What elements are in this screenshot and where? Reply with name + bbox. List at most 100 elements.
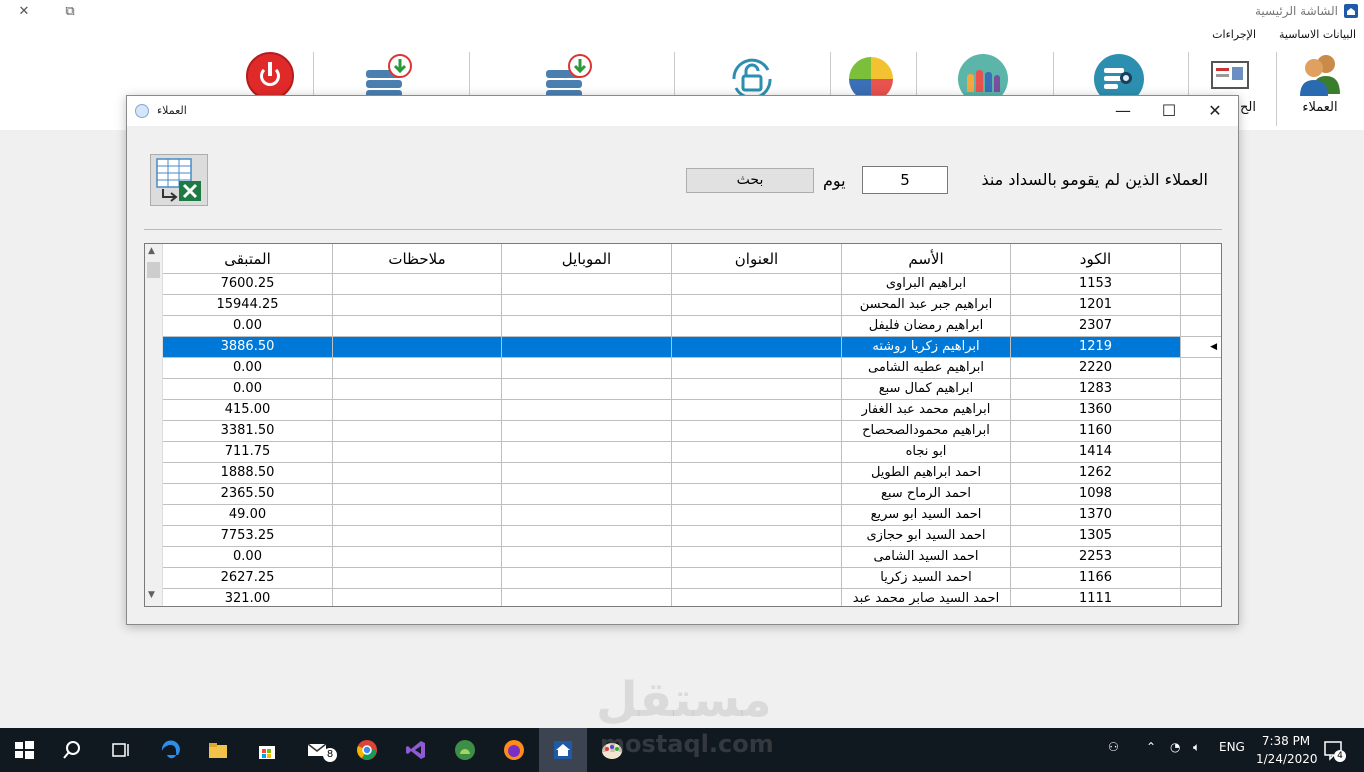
table-row[interactable]: 0.00 احمد السيد الشامى 2253 (163, 547, 1221, 568)
column-header-address[interactable]: العنوان (671, 244, 841, 274)
cell-name[interactable]: احمد السيد ابو حجازى (841, 526, 1010, 547)
scroll-down-icon[interactable]: ▼ (148, 590, 155, 600)
cell-mobile[interactable] (501, 463, 671, 484)
cell-code[interactable]: 1153 (1010, 274, 1180, 295)
row-header[interactable] (1180, 484, 1221, 505)
cell-address[interactable] (671, 316, 841, 337)
scroll-thumb[interactable] (147, 262, 160, 278)
table-row[interactable]: 3381.50 ابراهيم محمودالصحصاح 1160 (163, 421, 1221, 442)
cell-name[interactable]: احمد السيد ابو سريع (841, 505, 1010, 526)
export-excel-button[interactable] (150, 154, 208, 206)
row-header[interactable] (1180, 358, 1221, 379)
row-header[interactable] (1180, 463, 1221, 484)
row-header[interactable] (1180, 274, 1221, 295)
cell-notes[interactable] (332, 295, 501, 316)
cell-code[interactable]: 1283 (1010, 379, 1180, 400)
table-row[interactable]: 321.00 احمد السيد صابر محمد عبد 1111 (163, 589, 1221, 606)
dialog-close-icon[interactable]: ✕ (1192, 96, 1238, 126)
cell-address[interactable] (671, 589, 841, 606)
start-button[interactable] (0, 728, 48, 772)
table-row[interactable]: 0.00 ابراهيم عطيه الشامى 2220 (163, 358, 1221, 379)
cell-remaining[interactable]: 15944.25 (163, 295, 332, 316)
cell-remaining[interactable]: 1888.50 (163, 463, 332, 484)
table-row[interactable]: 7753.25 احمد السيد ابو حجازى 1305 (163, 526, 1221, 547)
cell-remaining[interactable]: 0.00 (163, 316, 332, 337)
row-header[interactable] (1180, 547, 1221, 568)
table-row[interactable]: 2627.25 احمد السيد زكريا 1166 (163, 568, 1221, 589)
cell-code[interactable]: 1360 (1010, 400, 1180, 421)
cell-mobile[interactable] (501, 379, 671, 400)
cell-name[interactable]: ابراهيم زكريا روشته (841, 337, 1010, 358)
cell-address[interactable] (671, 463, 841, 484)
cell-code[interactable]: 1305 (1010, 526, 1180, 547)
cell-notes[interactable] (332, 463, 501, 484)
cell-code[interactable]: 1219 (1010, 337, 1180, 358)
cell-mobile[interactable] (501, 400, 671, 421)
cell-name[interactable]: احمد الرماح سبع (841, 484, 1010, 505)
cell-mobile[interactable] (501, 547, 671, 568)
cell-remaining[interactable]: 321.00 (163, 589, 332, 606)
row-header[interactable] (1180, 589, 1221, 606)
cell-address[interactable] (671, 400, 841, 421)
taskbar-visual-studio[interactable] (392, 728, 440, 772)
dialog-minimize-icon[interactable]: — (1100, 96, 1146, 126)
cell-address[interactable] (671, 295, 841, 316)
cell-address[interactable] (671, 421, 841, 442)
cell-notes[interactable] (332, 421, 501, 442)
taskbar-chrome[interactable] (343, 728, 391, 772)
column-header-mobile[interactable]: الموبايل (501, 244, 671, 274)
taskbar-edge[interactable] (146, 728, 194, 772)
cell-mobile[interactable] (501, 568, 671, 589)
cell-notes[interactable] (332, 400, 501, 421)
taskbar-file-explorer[interactable] (194, 728, 242, 772)
cell-mobile[interactable] (501, 295, 671, 316)
cell-address[interactable] (671, 358, 841, 379)
cell-remaining[interactable]: 0.00 (163, 547, 332, 568)
grid-vertical-scrollbar[interactable]: ▲ ▼ (145, 244, 163, 606)
table-row[interactable]: 3886.50 ابراهيم زكريا روشته 1219 ◀ (163, 337, 1221, 358)
menu-procedures[interactable]: الإجراءات (1212, 28, 1256, 41)
chevron-up-icon[interactable]: ⌃ (1146, 740, 1156, 754)
cell-remaining[interactable]: 7753.25 (163, 526, 332, 547)
table-row[interactable]: 415.00 ابراهيم محمد عبد الغفار 1360 (163, 400, 1221, 421)
cell-mobile[interactable] (501, 505, 671, 526)
cell-remaining[interactable]: 2365.50 (163, 484, 332, 505)
taskbar-mail[interactable]: 8 (293, 728, 341, 772)
row-header[interactable] (1180, 568, 1221, 589)
cell-name[interactable]: ابراهيم محمودالصحصاح (841, 421, 1010, 442)
cell-code[interactable]: 1370 (1010, 505, 1180, 526)
row-header[interactable] (1180, 421, 1221, 442)
cell-code[interactable]: 1201 (1010, 295, 1180, 316)
column-header-name[interactable]: الأسم (841, 244, 1010, 274)
menu-basic-data[interactable]: البيانات الاساسية (1279, 28, 1356, 41)
table-row[interactable]: 711.75 ابو نجاه 1414 (163, 442, 1221, 463)
cell-mobile[interactable] (501, 274, 671, 295)
wifi-icon[interactable]: ◔ (1170, 740, 1180, 754)
cell-mobile[interactable] (501, 442, 671, 463)
days-input[interactable]: 5 (862, 166, 948, 194)
cell-remaining[interactable]: 415.00 (163, 400, 332, 421)
row-header[interactable] (1180, 400, 1221, 421)
cell-notes[interactable] (332, 547, 501, 568)
cell-remaining[interactable]: 3381.50 (163, 421, 332, 442)
row-header[interactable] (1180, 316, 1221, 337)
cell-mobile[interactable] (501, 358, 671, 379)
cell-remaining[interactable]: 0.00 (163, 358, 332, 379)
cell-mobile[interactable] (501, 589, 671, 606)
main-close-icon[interactable]: ✕ (14, 2, 34, 22)
people-icon[interactable]: ⚇ (1108, 740, 1119, 754)
column-header-code[interactable]: الكود (1010, 244, 1180, 274)
cell-mobile[interactable] (501, 421, 671, 442)
table-row[interactable]: 15944.25 ابراهيم جبر عبد المحسن 1201 (163, 295, 1221, 316)
cell-remaining[interactable]: 49.00 (163, 505, 332, 526)
row-header[interactable] (1180, 505, 1221, 526)
row-header[interactable] (1180, 295, 1221, 316)
cell-code[interactable]: 1166 (1010, 568, 1180, 589)
cell-code[interactable]: 1262 (1010, 463, 1180, 484)
cell-address[interactable] (671, 484, 841, 505)
cell-notes[interactable] (332, 526, 501, 547)
cell-address[interactable] (671, 442, 841, 463)
cell-notes[interactable] (332, 442, 501, 463)
cell-code[interactable]: 1098 (1010, 484, 1180, 505)
cell-name[interactable]: ابو نجاه (841, 442, 1010, 463)
